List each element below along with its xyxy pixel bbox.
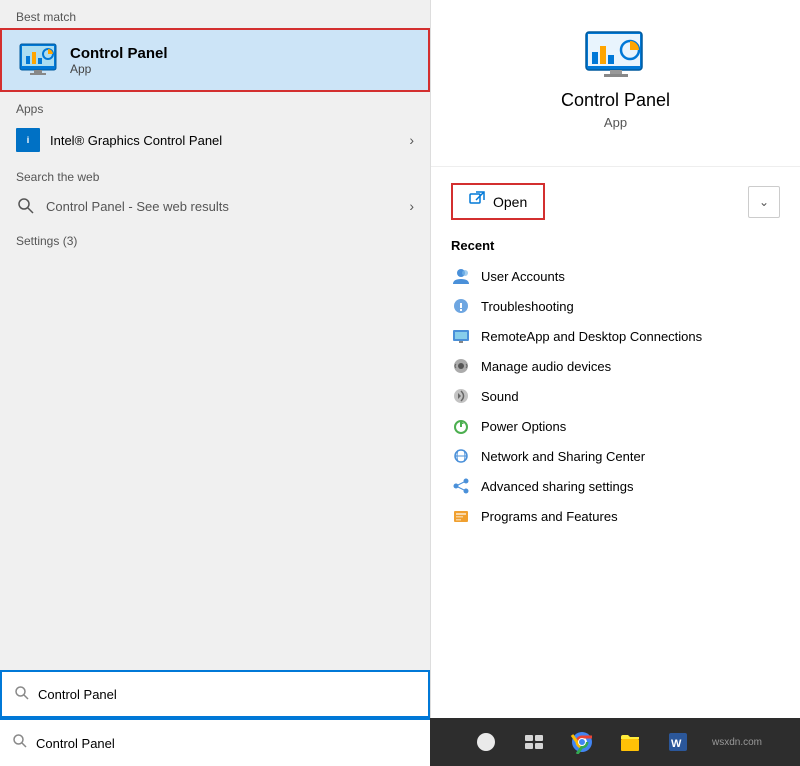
list-item[interactable]: Manage audio devices xyxy=(451,351,780,381)
user-accounts-icon xyxy=(451,266,471,286)
list-item[interactable]: User Accounts xyxy=(451,261,780,291)
word-icon[interactable]: W xyxy=(660,724,696,760)
search-web-icon xyxy=(16,196,36,216)
best-match-control-panel[interactable]: Control Panel App xyxy=(0,28,430,92)
troubleshooting-label: Troubleshooting xyxy=(481,299,574,314)
list-item[interactable]: Sound xyxy=(451,381,780,411)
sharing-icon xyxy=(451,476,471,496)
file-explorer-icon[interactable] xyxy=(612,724,648,760)
app-detail-panel: Control Panel App Open ⌄ Recent xyxy=(430,0,800,718)
web-search-text: Control Panel - See web results xyxy=(46,199,229,214)
list-item[interactable]: RemoteApp and Desktop Connections xyxy=(451,321,780,351)
taskbar: Control Panel xyxy=(0,718,800,766)
list-item[interactable]: Troubleshooting xyxy=(451,291,780,321)
open-button[interactable]: Open xyxy=(451,183,545,220)
wsxdn-label: wsxdn.com xyxy=(712,737,762,748)
audio-icon xyxy=(451,356,471,376)
web-search-label: Search the web xyxy=(0,160,430,188)
remoteapp-icon xyxy=(451,326,471,346)
intel-icon: i xyxy=(16,128,40,152)
taskbar-search-bar[interactable]: Control Panel xyxy=(0,670,430,718)
taskbar-search[interactable]: Control Panel xyxy=(0,718,430,766)
web-arrow-icon: › xyxy=(409,198,414,214)
control-panel-icon xyxy=(18,40,58,80)
expand-button[interactable]: ⌄ xyxy=(748,186,780,218)
sound-label: Sound xyxy=(481,389,519,404)
intel-graphics-item[interactable]: i Intel® Graphics Control Panel › xyxy=(0,120,430,160)
user-accounts-label: User Accounts xyxy=(481,269,565,284)
troubleshooting-icon xyxy=(451,296,471,316)
right-app-type: App xyxy=(604,115,627,130)
taskbar-search-text: Control Panel xyxy=(36,736,115,751)
list-item[interactable]: Power Options xyxy=(451,411,780,441)
remoteapp-label: RemoteApp and Desktop Connections xyxy=(481,329,702,344)
programs-label: Programs and Features xyxy=(481,509,618,524)
search-bar-text: Control Panel xyxy=(38,687,117,702)
list-item[interactable]: Advanced sharing settings xyxy=(451,471,780,501)
recent-section: Recent User Accounts xyxy=(431,228,800,541)
task-view-button[interactable] xyxy=(516,724,552,760)
svg-text:W: W xyxy=(671,738,682,750)
search-results-panel: Best match xyxy=(0,0,430,718)
list-item[interactable]: Network and Sharing Center xyxy=(451,441,780,471)
network-label: Network and Sharing Center xyxy=(481,449,645,464)
action-buttons-row: Open ⌄ xyxy=(431,183,800,220)
recent-label: Recent xyxy=(451,238,780,253)
audio-label: Manage audio devices xyxy=(481,359,611,374)
web-search-item[interactable]: Control Panel - See web results › xyxy=(0,188,430,224)
start-button[interactable] xyxy=(468,724,504,760)
network-icon xyxy=(451,446,471,466)
taskbar-search-icon xyxy=(12,733,28,754)
left-spacer xyxy=(0,252,430,670)
best-match-subtitle: App xyxy=(70,62,168,76)
app-header: Control Panel App xyxy=(431,0,800,167)
sharing-label: Advanced sharing settings xyxy=(481,479,633,494)
best-match-text: Control Panel App xyxy=(70,45,168,76)
best-match-title: Control Panel xyxy=(70,45,168,62)
open-label: Open xyxy=(493,194,527,210)
right-control-panel-icon xyxy=(584,30,648,78)
power-icon xyxy=(451,416,471,436)
sound-icon xyxy=(451,386,471,406)
power-label: Power Options xyxy=(481,419,566,434)
programs-icon xyxy=(451,506,471,526)
open-icon xyxy=(469,191,485,212)
arrow-right-icon: › xyxy=(409,132,414,148)
apps-label: Apps xyxy=(0,92,430,120)
right-app-name: Control Panel xyxy=(561,90,670,111)
search-bar-icon xyxy=(14,685,30,704)
intel-app-label: Intel® Graphics Control Panel xyxy=(50,133,222,148)
chrome-icon[interactable] xyxy=(564,724,600,760)
taskbar-icons: W wsxdn.com xyxy=(430,718,800,766)
settings-label: Settings (3) xyxy=(0,224,430,252)
list-item[interactable]: Programs and Features xyxy=(451,501,780,531)
chevron-down-icon: ⌄ xyxy=(759,195,769,209)
best-match-label: Best match xyxy=(0,0,430,28)
